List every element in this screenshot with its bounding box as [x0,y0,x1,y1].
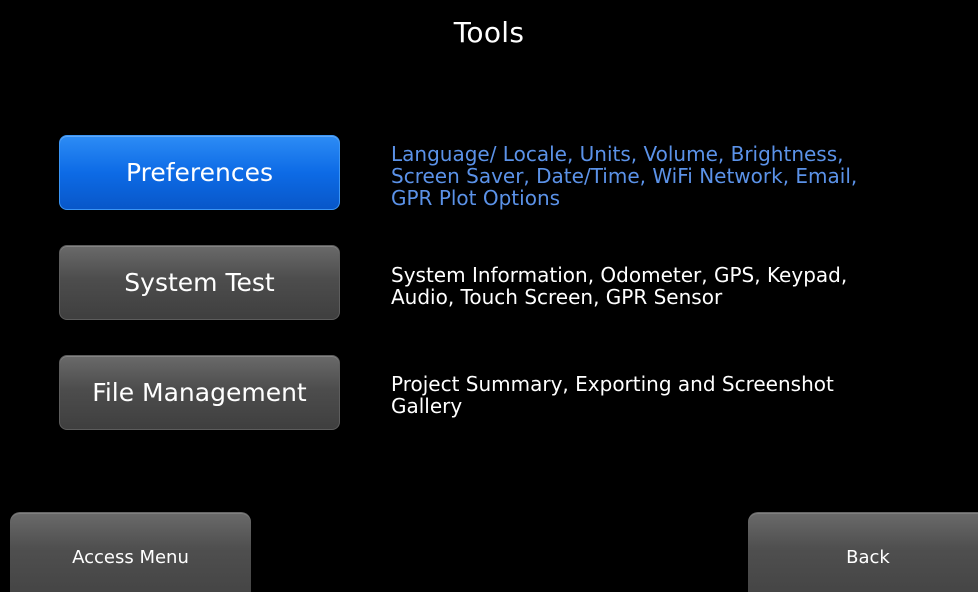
preferences-button-label: Preferences [125,158,274,187]
system-test-description: System Information, Odometer, GPS, Keypa… [391,264,951,308]
description-line: Gallery [391,394,463,418]
system-test-button[interactable]: System Test [59,245,340,320]
page-title: Tools [453,16,525,49]
back-label: Back [846,547,890,568]
description-line: System Information, Odometer, GPS, Keypa… [391,263,848,287]
tools-screen: Tools Preferences Language/ Locale, Unit… [0,0,978,592]
file-management-description: Project Summary, Exporting and Screensho… [391,373,951,417]
preferences-description: Language/ Locale, Units, Volume, Brightn… [391,143,951,209]
back-button[interactable]: Back [748,512,978,592]
description-line: Screen Saver, Date/Time, WiFi Network, E… [391,164,858,188]
file-management-button-label: File Management [92,378,307,407]
description-line: Language/ Locale, Units, Volume, Brightn… [391,142,844,166]
description-line: GPR Plot Options [391,186,561,210]
access-menu-label: Access Menu [72,547,189,568]
preferences-button[interactable]: Preferences [59,135,340,210]
system-test-button-label: System Test [124,268,275,297]
description-line: Audio, Touch Screen, GPR Sensor [391,285,723,309]
file-management-button[interactable]: File Management [59,355,340,430]
access-menu-button[interactable]: Access Menu [10,512,251,592]
description-line: Project Summary, Exporting and Screensho… [391,372,834,396]
